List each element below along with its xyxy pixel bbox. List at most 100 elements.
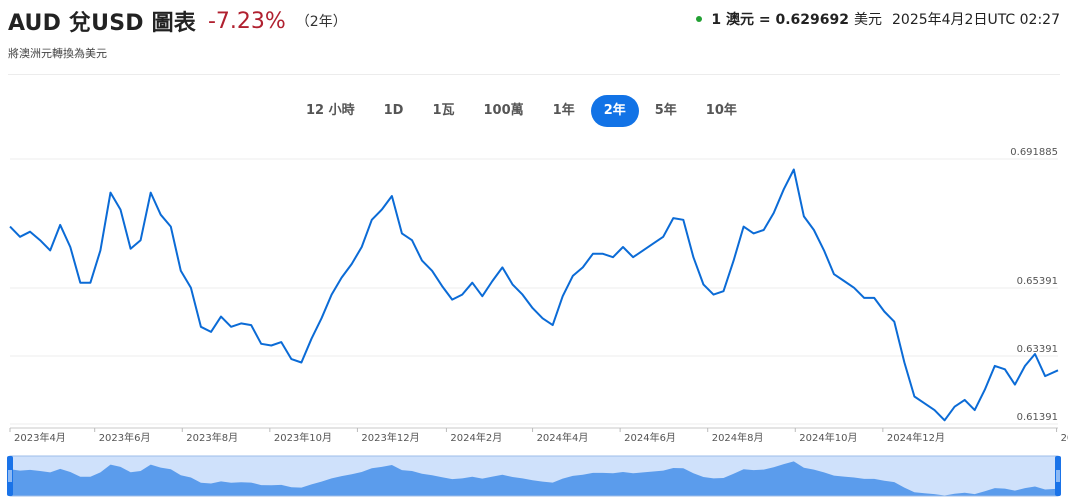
data-point[interactable] (772, 211, 776, 215)
data-point[interactable] (129, 247, 133, 251)
data-point[interactable] (812, 228, 816, 232)
data-point[interactable] (229, 325, 233, 329)
data-point[interactable] (722, 289, 726, 293)
data-point[interactable] (551, 323, 555, 327)
data-point[interactable] (561, 294, 565, 298)
data-point[interactable] (1023, 364, 1027, 368)
data-point[interactable] (711, 293, 715, 297)
data-point[interactable] (611, 255, 615, 259)
data-point[interactable] (933, 408, 937, 412)
data-point[interactable] (510, 282, 514, 286)
data-point[interactable] (370, 218, 374, 222)
data-point[interactable] (199, 325, 203, 329)
exchange-rate-chart[interactable]: 0.691885 0.65391 0.63391 0.61391 2023年4月 2023… (0, 0, 1068, 501)
data-point[interactable] (88, 281, 92, 285)
data-point[interactable] (1043, 374, 1047, 378)
data-point[interactable] (832, 272, 836, 276)
data-point[interactable] (802, 214, 806, 218)
data-point[interactable] (159, 213, 163, 217)
data-point[interactable] (18, 235, 22, 239)
data-point[interactable] (792, 167, 796, 171)
data-point[interactable] (521, 293, 525, 297)
data-point[interactable] (78, 281, 82, 285)
data-point[interactable] (390, 194, 394, 198)
data-point[interactable] (330, 293, 334, 297)
data-point[interactable] (621, 245, 625, 249)
data-point[interactable] (490, 279, 494, 283)
data-point[interactable] (661, 235, 665, 239)
data-point[interactable] (953, 405, 957, 409)
data-point[interactable] (902, 361, 906, 365)
data-point[interactable] (500, 265, 504, 269)
data-point[interactable] (973, 408, 977, 412)
data-point[interactable] (299, 361, 303, 365)
data-point[interactable] (872, 296, 876, 300)
data-point[interactable] (581, 265, 585, 269)
data-point[interactable] (591, 252, 595, 256)
data-point[interactable] (340, 276, 344, 280)
data-point[interactable] (239, 321, 243, 325)
data-point[interactable] (259, 342, 263, 346)
data-point[interactable] (189, 286, 193, 290)
data-point[interactable] (8, 225, 12, 229)
data-point[interactable] (752, 231, 756, 235)
data-point[interactable] (671, 216, 675, 220)
data-point[interactable] (681, 218, 685, 222)
data-point[interactable] (289, 357, 293, 361)
data-point[interactable] (380, 208, 384, 212)
data-point[interactable] (68, 245, 72, 249)
data-point[interactable] (119, 208, 123, 212)
data-point[interactable] (38, 238, 42, 242)
data-point[interactable] (912, 395, 916, 399)
data-point[interactable] (842, 279, 846, 283)
data-point[interactable] (651, 242, 655, 246)
data-point[interactable] (28, 230, 32, 234)
navigator-left-handle[interactable] (7, 456, 13, 496)
data-point[interactable] (440, 284, 444, 288)
data-point[interactable] (108, 191, 112, 195)
data-point[interactable] (139, 238, 143, 242)
data-point[interactable] (209, 330, 213, 334)
data-point[interactable] (470, 281, 474, 285)
data-point[interactable] (410, 238, 414, 242)
data-point[interactable] (531, 306, 535, 310)
data-point[interactable] (58, 223, 62, 227)
data-point[interactable] (762, 228, 766, 232)
data-point[interactable] (400, 231, 404, 235)
data-point[interactable] (48, 248, 52, 252)
data-point[interactable] (179, 269, 183, 273)
data-point[interactable] (822, 248, 826, 252)
data-point[interactable] (882, 310, 886, 314)
data-point[interactable] (922, 401, 926, 405)
data-point[interactable] (1033, 352, 1037, 356)
data-point[interactable] (852, 286, 856, 290)
data-point[interactable] (169, 225, 173, 229)
data-point[interactable] (480, 294, 484, 298)
data-point[interactable] (641, 248, 645, 252)
data-point[interactable] (360, 245, 364, 249)
data-point[interactable] (943, 418, 947, 422)
data-point[interactable] (249, 323, 253, 327)
data-point[interactable] (742, 225, 746, 229)
data-point[interactable] (420, 259, 424, 263)
data-point[interactable] (862, 296, 866, 300)
navigator-right-handle[interactable] (1055, 456, 1061, 496)
data-point[interactable] (1056, 368, 1060, 372)
data-point[interactable] (219, 315, 223, 319)
data-point[interactable] (350, 262, 354, 266)
data-point[interactable] (983, 388, 987, 392)
data-point[interactable] (279, 340, 283, 344)
data-point[interactable] (963, 398, 967, 402)
data-point[interactable] (732, 259, 736, 263)
data-point[interactable] (892, 320, 896, 324)
data-point[interactable] (993, 364, 997, 368)
data-point[interactable] (450, 298, 454, 302)
data-point[interactable] (691, 255, 695, 259)
data-point[interactable] (701, 282, 705, 286)
data-point[interactable] (1003, 367, 1007, 371)
data-point[interactable] (98, 248, 102, 252)
data-point[interactable] (541, 316, 545, 320)
data-point[interactable] (601, 252, 605, 256)
data-point[interactable] (309, 337, 313, 341)
data-point[interactable] (269, 344, 273, 348)
